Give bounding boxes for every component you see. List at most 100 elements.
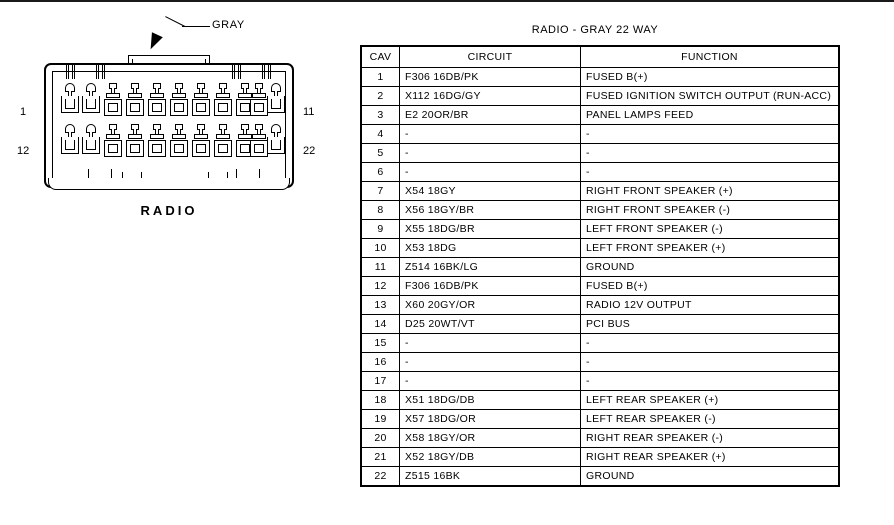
- callout-leader-line: [182, 26, 210, 27]
- table-row: 10 X53 18DG LEFT FRONT SPEAKER (+): [360, 238, 840, 258]
- terminal-shoulder: [216, 93, 230, 98]
- cell-function: -: [580, 371, 840, 391]
- cell-function: FUSED B(+): [580, 276, 840, 296]
- table-row: 13 X60 20GY/OR RADIO 12V OUTPUT: [360, 295, 840, 315]
- cell-cav: 1: [360, 67, 400, 87]
- cell-cav: 19: [360, 409, 400, 429]
- cell-function: LEFT FRONT SPEAKER (+): [580, 238, 840, 258]
- cell-cav: 18: [360, 390, 400, 410]
- housing-rib: [96, 65, 99, 79]
- table-row: 5--: [360, 143, 840, 163]
- table-row: 16- -: [360, 352, 840, 372]
- table-row: 6--: [360, 162, 840, 182]
- terminal-socket: [82, 137, 100, 154]
- cell-circuit: X51 18DG/DB: [399, 390, 581, 410]
- terminal-shoulder: [150, 134, 164, 139]
- table-row: 14 D25 20WT/VT PCI BUS: [360, 314, 840, 334]
- cell-function: PANEL LAMPS FEED: [580, 105, 840, 125]
- cell-cav: 3: [360, 105, 400, 125]
- terminal-shoulder: [128, 93, 142, 98]
- cell-function: -: [580, 352, 840, 372]
- cell-circuit: X112 16DG/GY: [399, 86, 581, 106]
- table-row: 15- -: [360, 333, 840, 353]
- cell-cav: 10: [360, 238, 400, 258]
- cell-circuit: X52 18GY/DB: [399, 447, 581, 467]
- table-row: 20 X58 18GY/OR RIGHT REAR SPEAKER (-): [360, 428, 840, 448]
- callout-arrowhead-icon: [145, 32, 163, 52]
- cell-cav: 11: [360, 257, 400, 277]
- column-header-function: FUNCTION: [580, 45, 840, 68]
- cell-cav: 16: [360, 352, 400, 372]
- cell-cav: 6: [360, 162, 400, 182]
- cavity-terminal: [60, 83, 80, 117]
- terminal-shoulder: [194, 134, 208, 139]
- cell-cav: 8: [360, 200, 400, 220]
- housing-rib: [102, 65, 105, 79]
- cell-function: GROUND: [580, 466, 840, 487]
- table-row: 7 X54 18GY RIGHT FRONT SPEAKER (+): [360, 181, 840, 201]
- cell-cav: 20: [360, 428, 400, 448]
- cavity-table-panel: RADIO - GRAY 22 WAY CAV CIRCUIT FUNCTION…: [355, 0, 894, 525]
- terminal-shoulder: [194, 93, 208, 98]
- cell-function: RIGHT REAR SPEAKER (+): [580, 447, 840, 467]
- cell-cav: 13: [360, 295, 400, 315]
- cavity-terminal: [169, 124, 189, 158]
- terminal-socket: [267, 96, 285, 113]
- table-row: 21 X52 18GY/DB RIGHT REAR SPEAKER (+): [360, 447, 840, 467]
- cell-circuit: D25 20WT/VT: [399, 314, 581, 334]
- cell-function: -: [580, 333, 840, 353]
- table-row: 2 X112 16DG/GY FUSED IGNITION SWITCH OUTPU…: [360, 86, 840, 106]
- cavity-table: CAV CIRCUIT FUNCTION 1 F306 16DB/PK FUSED …: [360, 45, 840, 487]
- terminal-socket: [267, 137, 285, 154]
- cavity-terminal: [125, 83, 145, 117]
- column-header-cav: CAV: [360, 45, 400, 68]
- cell-cav: 21: [360, 447, 400, 467]
- cell-circuit: -: [399, 162, 581, 182]
- connector-color-callout-label: GRAY: [212, 19, 245, 31]
- connector-diagram: GRAY 1 12 11 22 RADIO: [0, 0, 345, 525]
- table-row: 22 Z515 16BK GROUND: [360, 466, 840, 487]
- cavity-terminal: [60, 124, 80, 158]
- table-header-row: CAV CIRCUIT FUNCTION: [360, 45, 840, 68]
- cell-circuit: -: [399, 352, 581, 372]
- table-row: 1 F306 16DB/PK FUSED B(+): [360, 67, 840, 87]
- housing-rib: [232, 65, 235, 79]
- terminal-shoulder: [252, 134, 266, 139]
- cell-function: -: [580, 143, 840, 163]
- cell-circuit: Z515 16BK: [399, 466, 581, 487]
- terminal-socket: [192, 140, 210, 157]
- terminal-socket: [214, 140, 232, 157]
- cell-circuit: X55 18DG/BR: [399, 219, 581, 239]
- cavity-terminal: [191, 124, 211, 158]
- cell-circuit: F306 16DB/PK: [399, 276, 581, 296]
- terminal-shoulder: [252, 93, 266, 98]
- cell-circuit: -: [399, 143, 581, 163]
- connector-component-label: RADIO: [140, 203, 198, 218]
- cell-circuit: F306 16DB/PK: [399, 67, 581, 87]
- terminal-socket: [170, 99, 188, 116]
- cell-function: RIGHT FRONT SPEAKER (-): [580, 200, 840, 220]
- cell-cav: 14: [360, 314, 400, 334]
- table-row: 17- -: [360, 371, 840, 391]
- cell-function: LEFT FRONT SPEAKER (-): [580, 219, 840, 239]
- cavity-terminal: [266, 83, 286, 117]
- cell-circuit: X58 18GY/OR: [399, 428, 581, 448]
- pin-number-top-right: 11: [303, 106, 315, 118]
- pin-number-bottom-left: 12: [17, 145, 30, 157]
- terminal-socket: [170, 140, 188, 157]
- cavity-terminal: [213, 124, 233, 158]
- table-row: 11 Z514 16BK/LG GROUND: [360, 257, 840, 277]
- terminal-socket: [104, 140, 122, 157]
- cell-circuit: E2 20OR/BR: [399, 105, 581, 125]
- cavity-terminal: [103, 124, 123, 158]
- terminal-shoulder: [128, 134, 142, 139]
- column-header-circuit: CIRCUIT: [399, 45, 581, 68]
- cavity-terminal: [266, 124, 286, 158]
- cell-function: LEFT REAR SPEAKER (-): [580, 409, 840, 429]
- terminal-shoulder: [172, 134, 186, 139]
- cell-cav: 7: [360, 181, 400, 201]
- cell-cav: 17: [360, 371, 400, 391]
- terminal-socket: [126, 99, 144, 116]
- cell-circuit: X54 18GY: [399, 181, 581, 201]
- cell-cav: 4: [360, 124, 400, 144]
